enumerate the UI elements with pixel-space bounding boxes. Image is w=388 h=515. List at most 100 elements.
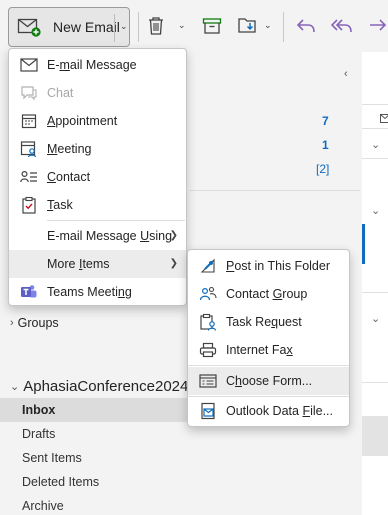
groups-node[interactable]: › Groups <box>10 316 59 330</box>
label-text: Outlook Data <box>226 404 303 418</box>
accelerator-key: F <box>302 404 311 418</box>
ribbon: New Email ⌄ ⌄ ⌄ <box>0 0 388 52</box>
post-pin-icon <box>198 256 218 276</box>
menu-item-outlook-data-file[interactable]: Outlook Data File... <box>188 397 349 425</box>
split-divider <box>114 14 115 42</box>
accelerator-key: U <box>140 229 150 243</box>
ribbon-divider <box>138 12 139 42</box>
menu-item-post-in-this-folder[interactable]: Post in This Folder <box>188 252 349 280</box>
delete-dropdown-icon[interactable]: ⌄ <box>178 20 186 31</box>
folder-drafts[interactable]: Drafts <box>0 422 190 446</box>
label-text: ile... <box>310 404 334 418</box>
teams-icon <box>19 282 39 302</box>
folder-archive[interactable]: Archive <box>0 494 190 515</box>
reply-all-icon[interactable] <box>330 14 354 38</box>
task-clipboard-icon <box>19 195 39 215</box>
pane-divider <box>190 190 360 191</box>
new-email-dropdown-icon[interactable]: ⌄ <box>120 21 128 32</box>
menu-item-contact[interactable]: Contact <box>9 163 186 191</box>
folder-deleted-items[interactable]: Deleted Items <box>0 470 190 494</box>
message-row[interactable] <box>362 416 388 456</box>
new-items-menu: E-mail Message Chat Appointment Meeting … <box>8 48 187 306</box>
accelerator-key: n <box>117 285 125 299</box>
chevron-down-icon[interactable]: ⌄ <box>371 204 380 217</box>
account-name: AphasiaConference2024C <box>23 378 190 395</box>
label-text: E- <box>47 58 60 72</box>
move-icon[interactable] <box>236 14 260 38</box>
label-text: sing <box>149 229 173 243</box>
label-text: Task Re <box>226 315 272 329</box>
label-text: E-mail Message <box>47 229 141 243</box>
chevron-down-icon: ⌄ <box>10 381 20 393</box>
accelerator-key: G <box>272 287 283 301</box>
label-text: eeting <box>57 142 92 156</box>
selected-indicator <box>362 224 365 264</box>
accelerator-key: x <box>286 343 293 357</box>
divider <box>362 104 388 105</box>
archive-icon[interactable] <box>200 14 224 38</box>
label-text: ask <box>53 198 73 212</box>
ribbon-divider <box>283 12 284 42</box>
envelope-icon <box>19 55 39 75</box>
label-text: g <box>124 285 132 299</box>
label-text: roup <box>282 287 308 301</box>
label-text: Contact <box>226 287 273 301</box>
more-items-submenu: Post in This Folder Contact Group Task R… <box>187 249 350 427</box>
reply-icon[interactable] <box>294 14 318 38</box>
new-email-label: New Email <box>53 19 120 35</box>
menu-item-internet-fax[interactable]: Internet Fax <box>188 336 349 364</box>
submenu-arrow-icon: ❯ <box>169 258 178 269</box>
envelope-icon <box>380 112 388 126</box>
menu-item-appointment[interactable]: Appointment <box>9 107 186 135</box>
data-file-icon <box>198 401 218 421</box>
chevron-down-icon[interactable]: ⌄ <box>371 138 380 151</box>
divider <box>362 292 388 293</box>
menu-item-contact-group[interactable]: Contact Group <box>188 280 349 308</box>
menu-item-task[interactable]: Task <box>9 191 186 219</box>
form-icon <box>198 371 218 391</box>
label-text: ost in This Folder <box>234 259 330 273</box>
task-request-icon <box>198 312 218 332</box>
new-email-button[interactable]: New Email ⌄ <box>8 7 130 47</box>
divider <box>362 158 388 159</box>
account-node[interactable]: ⌄ AphasiaConference2024C <box>10 378 190 395</box>
menu-separator <box>188 365 349 366</box>
label-text: ail Message <box>69 58 137 72</box>
unread-count: 1 <box>322 138 329 152</box>
delete-icon[interactable] <box>144 14 168 38</box>
meeting-icon <box>19 139 39 159</box>
fax-icon <box>198 340 218 360</box>
menu-item-meeting[interactable]: Meeting <box>9 135 186 163</box>
chevron-right-icon: › <box>10 317 14 329</box>
label-text: Teams Meeti <box>47 285 118 299</box>
label-text: uest <box>278 315 302 329</box>
menu-item-email-message[interactable]: E-mail Message <box>9 51 186 79</box>
label-text: ppointment <box>55 114 118 128</box>
label-text: ontact <box>56 170 91 184</box>
new-email-icon <box>17 17 43 37</box>
menu-item-teams-meeting[interactable]: Teams Meeting <box>9 278 186 306</box>
chevron-down-icon[interactable]: ⌄ <box>371 312 380 325</box>
folder-label: Drafts <box>22 427 56 441</box>
label-text: tems <box>82 257 110 271</box>
folder-label: Inbox <box>22 403 56 417</box>
folder-sent-items[interactable]: Sent Items <box>0 446 190 470</box>
divider <box>362 382 388 383</box>
label-text: Internet Fa <box>226 343 287 357</box>
folder-inbox[interactable]: Inbox <box>0 398 190 422</box>
menu-item-email-message-using[interactable]: E-mail Message Using ❯ <box>9 222 186 250</box>
divider <box>362 128 388 129</box>
menu-item-choose-form[interactable]: Choose Form... <box>188 367 349 395</box>
accelerator-key: C <box>47 170 57 184</box>
forward-icon[interactable] <box>366 14 388 38</box>
message-list[interactable]: ⌄ ⌄ ⌄ <box>362 52 388 515</box>
groups-label: Groups <box>17 316 59 330</box>
menu-item-more-items[interactable]: More Items ❯ <box>9 250 186 278</box>
move-dropdown-icon[interactable]: ⌄ <box>264 20 272 31</box>
calendar-icon <box>19 111 39 131</box>
label-text: C <box>226 374 236 388</box>
menu-item-task-request[interactable]: Task Request <box>188 308 349 336</box>
collapse-pane-icon[interactable]: ‹ <box>344 68 348 80</box>
